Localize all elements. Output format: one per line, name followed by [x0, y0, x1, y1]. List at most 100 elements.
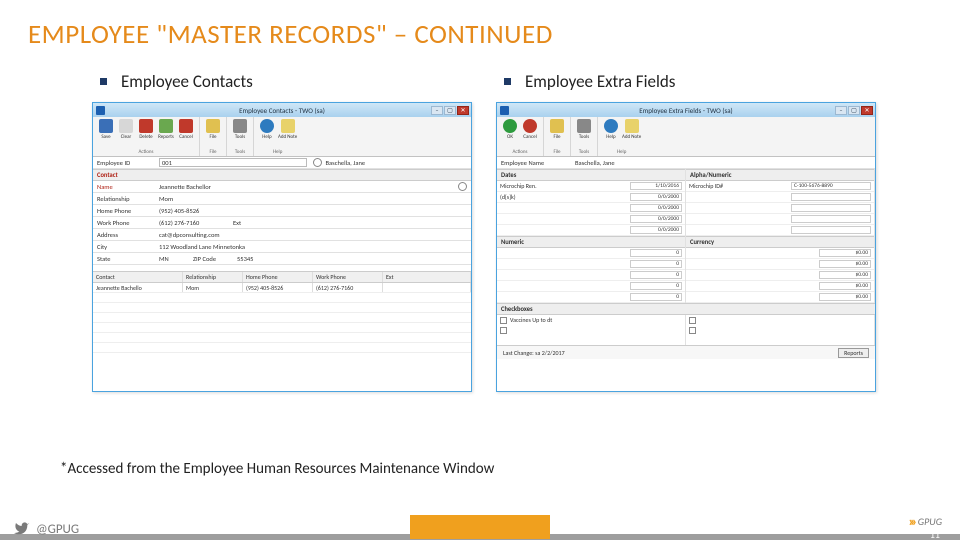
zip-field[interactable]: 55345: [237, 255, 467, 263]
footer-bar: @GPUG ››› GPUG 11: [0, 514, 960, 540]
alpha-field[interactable]: [791, 204, 871, 212]
col-work-phone: Work Phone: [313, 272, 383, 282]
reports-button[interactable]: Reports: [157, 119, 175, 140]
state-field[interactable]: MN: [159, 255, 189, 263]
close-button[interactable]: ✕: [457, 106, 469, 115]
employee-contacts-window: Employee Contacts - TWO (sa) – ▢ ✕ Save …: [92, 102, 472, 392]
date-field[interactable]: 0/0/2000: [630, 193, 682, 201]
alpha-section-label: Alpha/Numeric: [686, 169, 874, 181]
currency-field[interactable]: $0.00: [819, 260, 871, 268]
cancel-button[interactable]: Cancel: [521, 119, 539, 140]
relationship-field[interactable]: Mom: [159, 195, 467, 203]
col-home-phone: Home Phone: [243, 272, 313, 282]
help-button[interactable]: Help: [258, 119, 276, 140]
currency-field[interactable]: $0.00: [819, 293, 871, 301]
ok-button[interactable]: OK: [501, 119, 519, 140]
ribbon-tools: Tools Tools: [571, 117, 598, 156]
file-button[interactable]: File: [204, 119, 222, 140]
minimize-button[interactable]: –: [431, 106, 443, 115]
contacts-grid: Contact Relationship Home Phone Work Pho…: [93, 271, 471, 353]
ribbon-help-label: Help: [273, 149, 282, 155]
clear-button[interactable]: Clear: [117, 119, 135, 140]
app-icon: [96, 106, 105, 115]
currency-field[interactable]: $0.00: [819, 282, 871, 290]
employee-id-row: Employee ID 001 Baschella, Jane: [93, 157, 471, 169]
tools-button[interactable]: Tools: [231, 119, 249, 140]
close-button[interactable]: ✕: [861, 106, 873, 115]
numeric-field[interactable]: 0: [630, 271, 682, 279]
lookup-icon[interactable]: [313, 158, 322, 167]
table-row[interactable]: [93, 313, 471, 323]
table-row[interactable]: [93, 333, 471, 343]
dates-alpha-section: Dates Microchip Ren.1/10/2016 (d[s]k)0/0…: [497, 169, 875, 236]
last-change-by: sa: [535, 349, 540, 357]
cancel-button[interactable]: Cancel: [177, 119, 195, 140]
employee-id-field[interactable]: 001: [159, 158, 307, 167]
alpha-field[interactable]: [791, 215, 871, 223]
maximize-button[interactable]: ▢: [848, 106, 860, 115]
delete-button[interactable]: Delete: [137, 119, 155, 140]
ribbon: OK Cancel Actions File File Tools Tools …: [497, 117, 875, 157]
page-number: 11: [930, 528, 940, 541]
numeric-field[interactable]: 0: [630, 282, 682, 290]
file-button[interactable]: File: [548, 119, 566, 140]
checkbox-label: Vaccines Up to dt: [510, 316, 552, 324]
checkbox[interactable]: [500, 317, 507, 324]
left-heading: Employee Contacts: [121, 71, 253, 92]
numeric-field[interactable]: 0: [630, 260, 682, 268]
reports-button[interactable]: Reports: [838, 348, 869, 358]
date-field[interactable]: 0/0/2000: [630, 215, 682, 223]
table-row[interactable]: [93, 303, 471, 313]
employee-extra-fields-window: Employee Extra Fields - TWO (sa) – ▢ ✕ O…: [496, 102, 876, 392]
microchip-id-field[interactable]: C-100-5676-8890: [791, 182, 871, 190]
name-field[interactable]: Jeannette Bachellor: [159, 183, 452, 191]
save-button[interactable]: Save: [97, 119, 115, 140]
add-note-button[interactable]: Add Note: [278, 119, 297, 140]
titlebar: Employee Contacts - TWO (sa) – ▢ ✕: [93, 103, 471, 117]
col-relationship: Relationship: [183, 272, 243, 282]
employee-name-display: Baschella, Jane: [575, 159, 871, 167]
help-button[interactable]: Help: [602, 119, 620, 140]
square-bullet-icon: [100, 78, 107, 85]
checkbox[interactable]: [689, 317, 696, 324]
alpha-field[interactable]: [791, 193, 871, 201]
bullet-extra-fields: Employee Extra Fields: [496, 71, 876, 92]
date-field[interactable]: 0/0/2000: [630, 226, 682, 234]
add-note-button[interactable]: Add Note: [622, 119, 641, 140]
zip-label: ZIP Code: [193, 255, 233, 263]
address-field[interactable]: cat@dpconsulting.com: [159, 231, 467, 239]
table-row[interactable]: Jeannette Bachello Mom (952) 405-8526 (6…: [93, 283, 471, 293]
date-field[interactable]: 0/0/2000: [630, 204, 682, 212]
minimize-button[interactable]: –: [835, 106, 847, 115]
employee-name-display: Baschella, Jane: [326, 159, 468, 167]
col-ext: Ext: [383, 272, 471, 282]
numeric-currency-section: Numeric 0 0 0 0 0 Currency $0.00 $0.00 $…: [497, 236, 875, 303]
checkboxes-section-label: Checkboxes: [497, 303, 875, 315]
currency-field[interactable]: $0.00: [819, 271, 871, 279]
city-field[interactable]: 112 Woodland Lane Minnetonka: [159, 243, 467, 251]
right-column: Employee Extra Fields Employee Extra Fie…: [496, 71, 876, 392]
ribbon: Save Clear Delete Reports Cancel Actions…: [93, 117, 471, 157]
state-label: State: [97, 255, 155, 263]
table-row[interactable]: [93, 343, 471, 353]
numeric-field[interactable]: 0: [630, 293, 682, 301]
lookup-icon[interactable]: [458, 182, 467, 191]
ribbon-tools-label: Tools: [235, 149, 245, 155]
maximize-button[interactable]: ▢: [444, 106, 456, 115]
alpha-field[interactable]: [791, 226, 871, 234]
ribbon-tools: Tools Tools: [227, 117, 254, 156]
microchip-date-field[interactable]: 1/10/2016: [630, 182, 682, 190]
home-phone-field[interactable]: (952) 405-8526: [159, 207, 467, 215]
currency-field[interactable]: $0.00: [819, 249, 871, 257]
ribbon-tools-label: Tools: [579, 149, 589, 155]
table-row[interactable]: [93, 293, 471, 303]
table-row[interactable]: [93, 323, 471, 333]
numeric-field[interactable]: 0: [630, 249, 682, 257]
checkbox[interactable]: [500, 327, 507, 334]
work-phone-field[interactable]: (612) 276-7160: [159, 219, 229, 227]
ribbon-file: File File: [200, 117, 227, 156]
tools-button[interactable]: Tools: [575, 119, 593, 140]
checkbox[interactable]: [689, 327, 696, 334]
window-title: Employee Contacts - TWO (sa): [239, 106, 325, 115]
twitter-handle: @GPUG: [14, 521, 79, 537]
